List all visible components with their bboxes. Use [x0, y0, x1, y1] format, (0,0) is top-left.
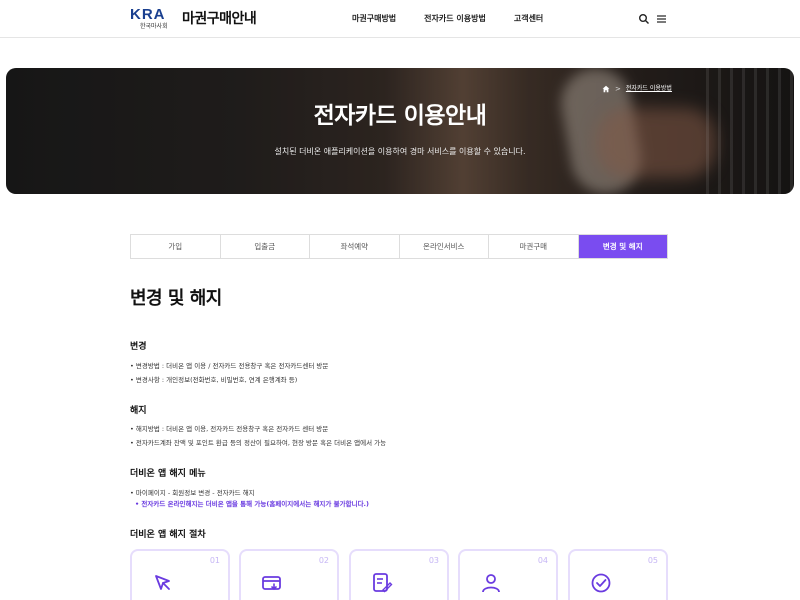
step-number: 01 [209, 556, 220, 565]
procedure-steps: 01 02 03 04 05 [130, 549, 668, 600]
notice-text: • 전자카드 온라인해지는 더비온 앱을 통해 가능(홈페이지에서는 해지가 불… [135, 500, 369, 508]
step-card-3: 03 [349, 549, 449, 600]
list-item: • 변경사항 : 개인정보(전화번호, 비밀번호, 연계 은행계좌 등) [130, 376, 298, 384]
list-item: • 전자카드계좌 잔액 및 포인트 환급 등의 정산이 필요하여, 현장 방문 … [130, 439, 387, 447]
hero-title: 전자카드 이용안내 [313, 103, 487, 129]
step-card-2: 02 [239, 549, 339, 600]
search-icon[interactable] [638, 13, 650, 25]
step-card-1: 01 [130, 549, 230, 600]
tab-ticket-purchase[interactable]: 마권구매 [489, 235, 579, 258]
step-number: 05 [647, 556, 658, 565]
breadcrumb: > 전자카드 이용방법 [602, 85, 672, 93]
user-icon [482, 574, 500, 593]
hero-banner: > 전자카드 이용방법 전자카드 이용안내 설치된 더비온 애플리케이션을 이용… [6, 68, 794, 194]
step-card-5: 05 [568, 549, 668, 600]
tab-join[interactable]: 가입 [131, 235, 221, 258]
home-icon[interactable] [602, 85, 610, 93]
site-header: KRA 한국마사회 마권구매안내 마권구매방법 전자카드 이용방법 고객센터 [0, 0, 800, 38]
logo-subtitle: 한국마사회 [140, 23, 168, 30]
nav-customer-center[interactable]: 고객센터 [514, 13, 543, 25]
nav-purchase-method[interactable]: 마권구매방법 [352, 13, 396, 25]
hamburger-menu-icon[interactable] [656, 13, 668, 25]
tab-change-cancel[interactable]: 변경 및 해지 [578, 235, 667, 258]
list-item: • 마이페이지 - 회원정보 변경 - 전자카드 해지 [130, 489, 255, 497]
section-title-change: 변경 [130, 342, 147, 352]
main-nav: 마권구매방법 전자카드 이용방법 고객센터 [352, 13, 571, 25]
check-circle-icon [591, 573, 611, 593]
breadcrumb-separator: > [615, 85, 621, 93]
breadcrumb-current[interactable]: 전자카드 이용방법 [626, 85, 672, 93]
section-title-app-menu: 더비온 앱 해지 메뉴 [130, 469, 206, 479]
hero-overlay [6, 68, 794, 194]
tab-online-service[interactable]: 온라인서비스 [399, 235, 489, 258]
tab-seat-reservation[interactable]: 좌석예약 [310, 235, 400, 258]
logo-mark: KRA [130, 6, 166, 23]
step-number: 04 [537, 556, 548, 565]
cursor-click-icon [155, 575, 170, 590]
section-title-cancel: 해지 [130, 406, 147, 416]
list-item: • 해지방법 : 더비온 앱 이용, 전자카드 전용창구 혹은 전자카드 센터 … [130, 425, 329, 433]
nav-ecard-usage[interactable]: 전자카드 이용방법 [424, 13, 486, 25]
step-number: 03 [428, 556, 439, 565]
tab-deposit-withdraw[interactable]: 입출금 [220, 235, 310, 258]
site-title[interactable]: 마권구매안내 [182, 10, 257, 28]
list-item: • 변경방법 : 더비온 앱 이용 / 전자카드 전용창구 혹은 전자카드센터 … [130, 362, 329, 370]
document-edit-icon [373, 573, 393, 593]
page-title: 변경 및 해지 [130, 288, 222, 309]
step-card-4: 04 [458, 549, 558, 600]
section-title-procedure: 더비온 앱 해지 절차 [130, 530, 206, 540]
hero-description: 설치된 더비온 애플리케이션을 이용하여 경마 서비스를 이용할 수 있습니다. [274, 147, 526, 156]
step-number: 02 [318, 556, 329, 565]
sub-tabs: 가입 입출금 좌석예약 온라인서비스 마권구매 변경 및 해지 [130, 234, 668, 259]
kra-logo[interactable]: KRA 한국마사회 [130, 7, 176, 33]
card-download-icon [262, 576, 281, 591]
